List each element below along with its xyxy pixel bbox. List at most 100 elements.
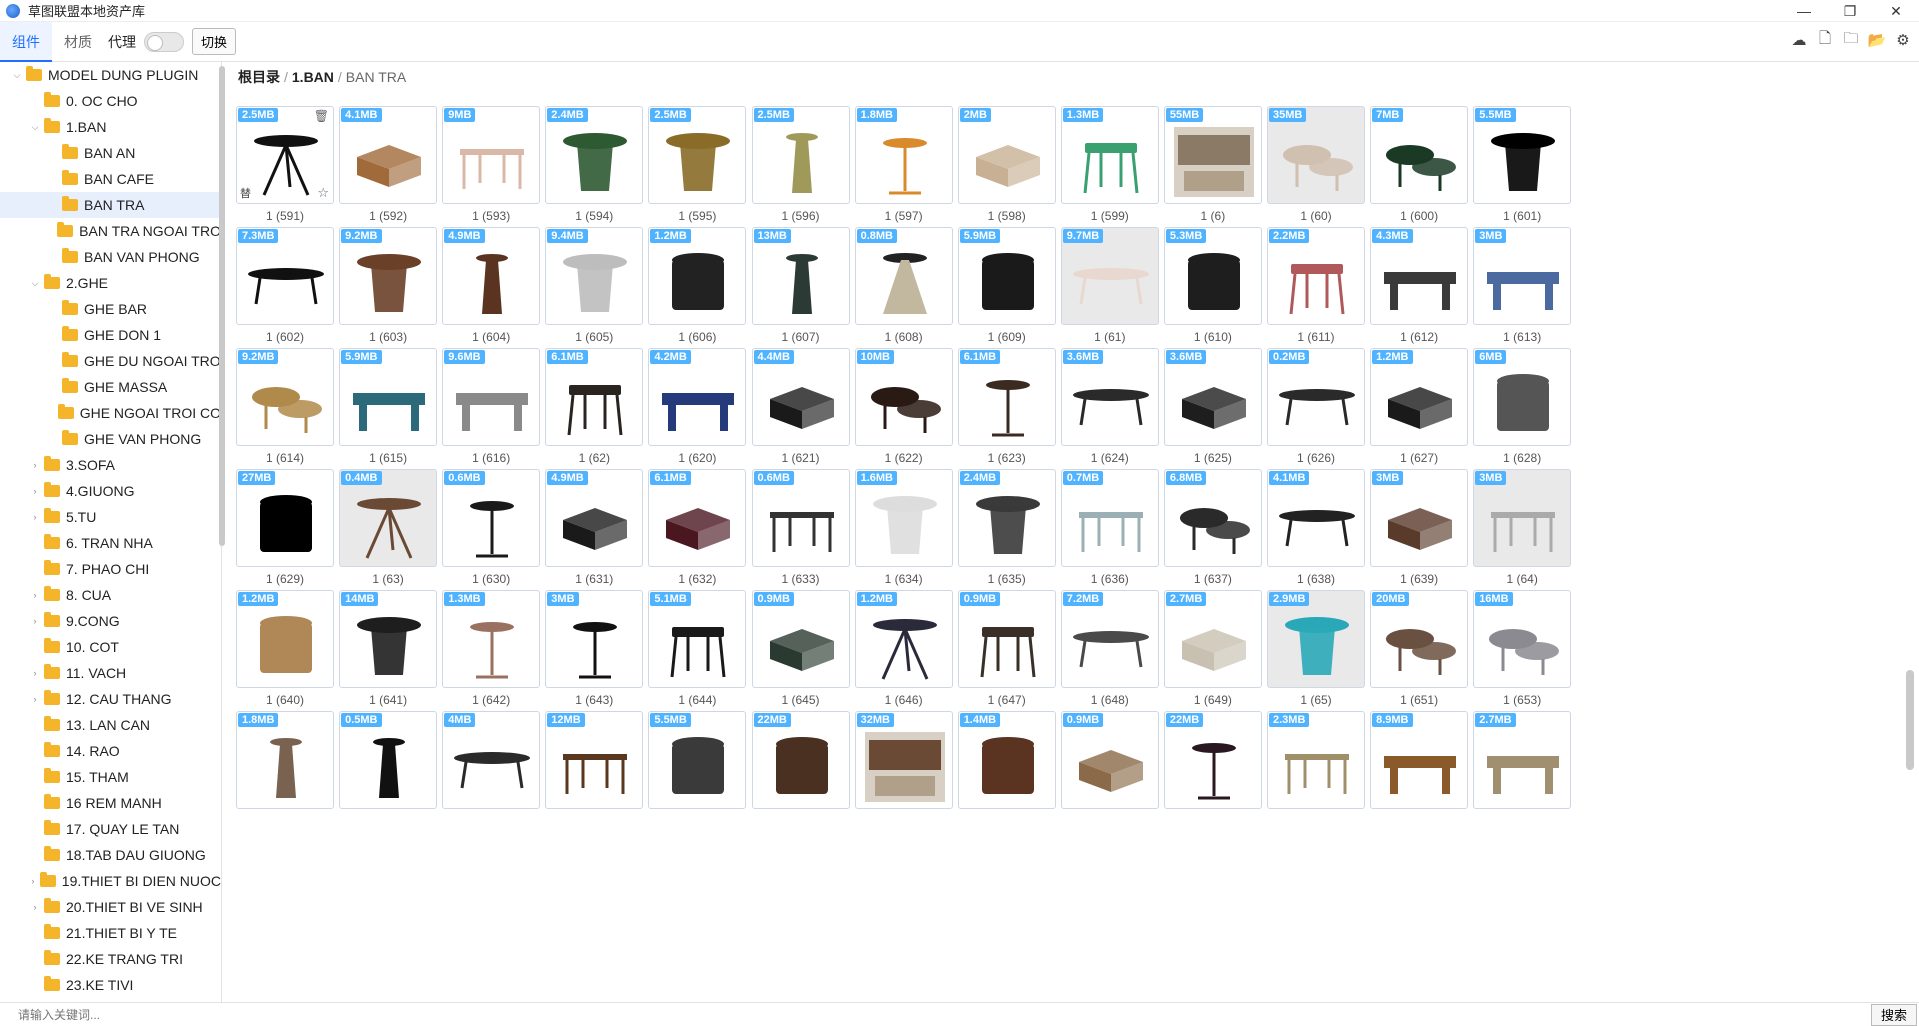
close-button[interactable]: ✕ xyxy=(1873,0,1919,22)
tree-item[interactable]: 23.KE TIVI xyxy=(0,972,221,998)
asset-card[interactable]: 0.8MB xyxy=(854,227,953,325)
tree-item[interactable]: ⌵ 2.GHE xyxy=(0,270,221,296)
tree-item[interactable]: 13. LAN CAN xyxy=(0,712,221,738)
chevron-down-icon[interactable]: ⌵ xyxy=(12,70,22,81)
tree-item[interactable]: GHE MASSA xyxy=(0,374,221,400)
star-icon[interactable]: ☆ xyxy=(317,185,329,201)
tree-item[interactable]: › 5.TU xyxy=(0,504,221,530)
tree-item[interactable]: 14. RAO xyxy=(0,738,221,764)
asset-card[interactable]: 0.6MB xyxy=(751,469,850,567)
asset-card[interactable]: 2.4MB xyxy=(545,106,644,204)
asset-card[interactable]: 4.1MB xyxy=(339,106,438,204)
asset-card[interactable]: 4.9MB xyxy=(545,469,644,567)
asset-card[interactable]: 2.7MB xyxy=(1163,590,1262,688)
chevron-right-icon[interactable]: › xyxy=(30,902,40,912)
asset-card[interactable]: 2.7MB xyxy=(1473,711,1572,809)
asset-card[interactable]: 6.1MB xyxy=(957,348,1056,446)
tree-item[interactable]: BAN AN xyxy=(0,140,221,166)
tree-item[interactable]: 21.THIET BI Y TE xyxy=(0,920,221,946)
asset-card[interactable]: 4.3MB xyxy=(1370,227,1469,325)
tree-item[interactable]: BAN CAFE xyxy=(0,166,221,192)
asset-card[interactable]: 3MB xyxy=(1473,469,1572,567)
grid-scrollbar[interactable] xyxy=(1906,670,1914,770)
tree-item[interactable]: › 4.GIUONG xyxy=(0,478,221,504)
tree-item[interactable]: 10. COT xyxy=(0,634,221,660)
asset-card[interactable]: 13MB xyxy=(751,227,850,325)
breadcrumb-root[interactable]: 根目录 xyxy=(238,67,280,87)
asset-card[interactable]: 6MB xyxy=(1473,348,1572,446)
asset-card[interactable]: 4.4MB xyxy=(751,348,850,446)
asset-card[interactable]: 35MB xyxy=(1267,106,1365,204)
asset-card[interactable]: 9.6MB xyxy=(442,348,541,446)
asset-card[interactable]: 1.2MB xyxy=(1370,348,1469,446)
asset-card[interactable]: 3.6MB xyxy=(1060,348,1159,446)
sidebar-scrollbar[interactable] xyxy=(219,66,225,546)
chevron-right-icon[interactable]: › xyxy=(30,694,40,704)
asset-card[interactable]: 9.2MB xyxy=(236,348,334,446)
tree-item[interactable]: 16 REM MANH xyxy=(0,790,221,816)
chevron-down-icon[interactable]: ⌵ xyxy=(30,278,40,289)
asset-card[interactable]: 5.5MB xyxy=(1473,106,1572,204)
tree-item[interactable]: ⌵ MODEL DUNG PLUGIN xyxy=(0,62,221,88)
asset-card[interactable]: 4MB xyxy=(442,711,541,809)
asset-card[interactable]: 9.4MB xyxy=(545,227,644,325)
asset-card[interactable]: 2.3MB xyxy=(1267,711,1365,809)
asset-card[interactable]: 2.5MB 🗑 ☆ 替 xyxy=(236,106,334,204)
asset-card[interactable]: 3MB xyxy=(1370,469,1469,567)
tree-item[interactable]: 18.TAB DAU GIUONG xyxy=(0,842,221,868)
asset-card[interactable]: 20MB xyxy=(1370,590,1469,688)
asset-card[interactable]: 0.2MB xyxy=(1267,348,1365,446)
tree-item[interactable]: GHE BAR xyxy=(0,296,221,322)
new-folder-icon[interactable]: 🗀 xyxy=(1841,30,1861,50)
switch-button[interactable]: 切换 xyxy=(192,28,237,55)
tree-item[interactable]: 6. TRAN NHA xyxy=(0,530,221,556)
asset-card[interactable]: 5.5MB xyxy=(648,711,747,809)
trash-icon[interactable]: 🗑 xyxy=(314,109,329,123)
new-file-icon[interactable]: 🗋 xyxy=(1815,30,1835,50)
chevron-right-icon[interactable]: › xyxy=(30,876,36,886)
asset-card[interactable]: 1.2MB xyxy=(648,227,747,325)
asset-card[interactable]: 2.4MB xyxy=(957,469,1056,567)
asset-card[interactable]: 2.5MB xyxy=(648,106,747,204)
search-input[interactable] xyxy=(0,1003,1871,1026)
asset-card[interactable]: 1.6MB xyxy=(854,469,953,567)
asset-card[interactable]: 1.2MB xyxy=(236,590,334,688)
asset-card[interactable]: 3.6MB xyxy=(1163,348,1262,446)
tree-item[interactable]: BAN TRA NGOAI TRO xyxy=(0,218,221,244)
asset-card[interactable]: 22MB xyxy=(1163,711,1262,809)
asset-card[interactable]: 5.9MB xyxy=(339,348,438,446)
asset-card[interactable]: 7MB xyxy=(1370,106,1469,204)
open-folder-icon[interactable]: 📂 xyxy=(1867,30,1887,50)
chevron-right-icon[interactable]: › xyxy=(30,616,40,626)
tree-item[interactable]: BAN TRA xyxy=(0,192,221,218)
asset-card[interactable]: 0.9MB xyxy=(1060,711,1159,809)
tab-materials[interactable]: 材质 xyxy=(52,22,104,62)
asset-card[interactable]: 14MB xyxy=(339,590,438,688)
asset-card[interactable]: 4.9MB xyxy=(442,227,541,325)
search-button[interactable]: 搜索 xyxy=(1871,1003,1917,1026)
asset-card[interactable]: 1.4MB xyxy=(957,711,1056,809)
asset-card[interactable]: 0.9MB xyxy=(957,590,1056,688)
replace-button[interactable]: 替 xyxy=(240,185,251,201)
asset-card[interactable]: 3MB xyxy=(1473,227,1572,325)
asset-card[interactable]: 22MB xyxy=(751,711,850,809)
minimize-button[interactable]: — xyxy=(1781,0,1827,22)
tree-item[interactable]: 17. QUAY LE TAN xyxy=(0,816,221,842)
asset-card[interactable]: 9MB xyxy=(442,106,541,204)
asset-card[interactable]: 0.9MB xyxy=(751,590,850,688)
asset-card[interactable]: 9.7MB xyxy=(1060,227,1159,325)
asset-card[interactable]: 7.3MB xyxy=(236,227,334,325)
asset-card[interactable]: 2.2MB xyxy=(1267,227,1365,325)
tree-item[interactable]: › 12. CAU THANG xyxy=(0,686,221,712)
asset-card[interactable]: 0.6MB xyxy=(442,469,541,567)
tree-item[interactable]: GHE NGOAI TROI CO xyxy=(0,400,221,426)
tree-item[interactable]: ⌵ 1.BAN xyxy=(0,114,221,140)
asset-card[interactable]: 2.5MB xyxy=(751,106,850,204)
tree-item[interactable]: BAN VAN PHONG xyxy=(0,244,221,270)
tree-item[interactable]: 15. THAM xyxy=(0,764,221,790)
asset-card[interactable]: 1.3MB xyxy=(442,590,541,688)
asset-card[interactable]: 0.5MB xyxy=(339,711,438,809)
asset-card[interactable]: 0.4MB xyxy=(339,469,438,567)
asset-card[interactable]: 12MB xyxy=(545,711,644,809)
chevron-right-icon[interactable]: › xyxy=(30,668,40,678)
